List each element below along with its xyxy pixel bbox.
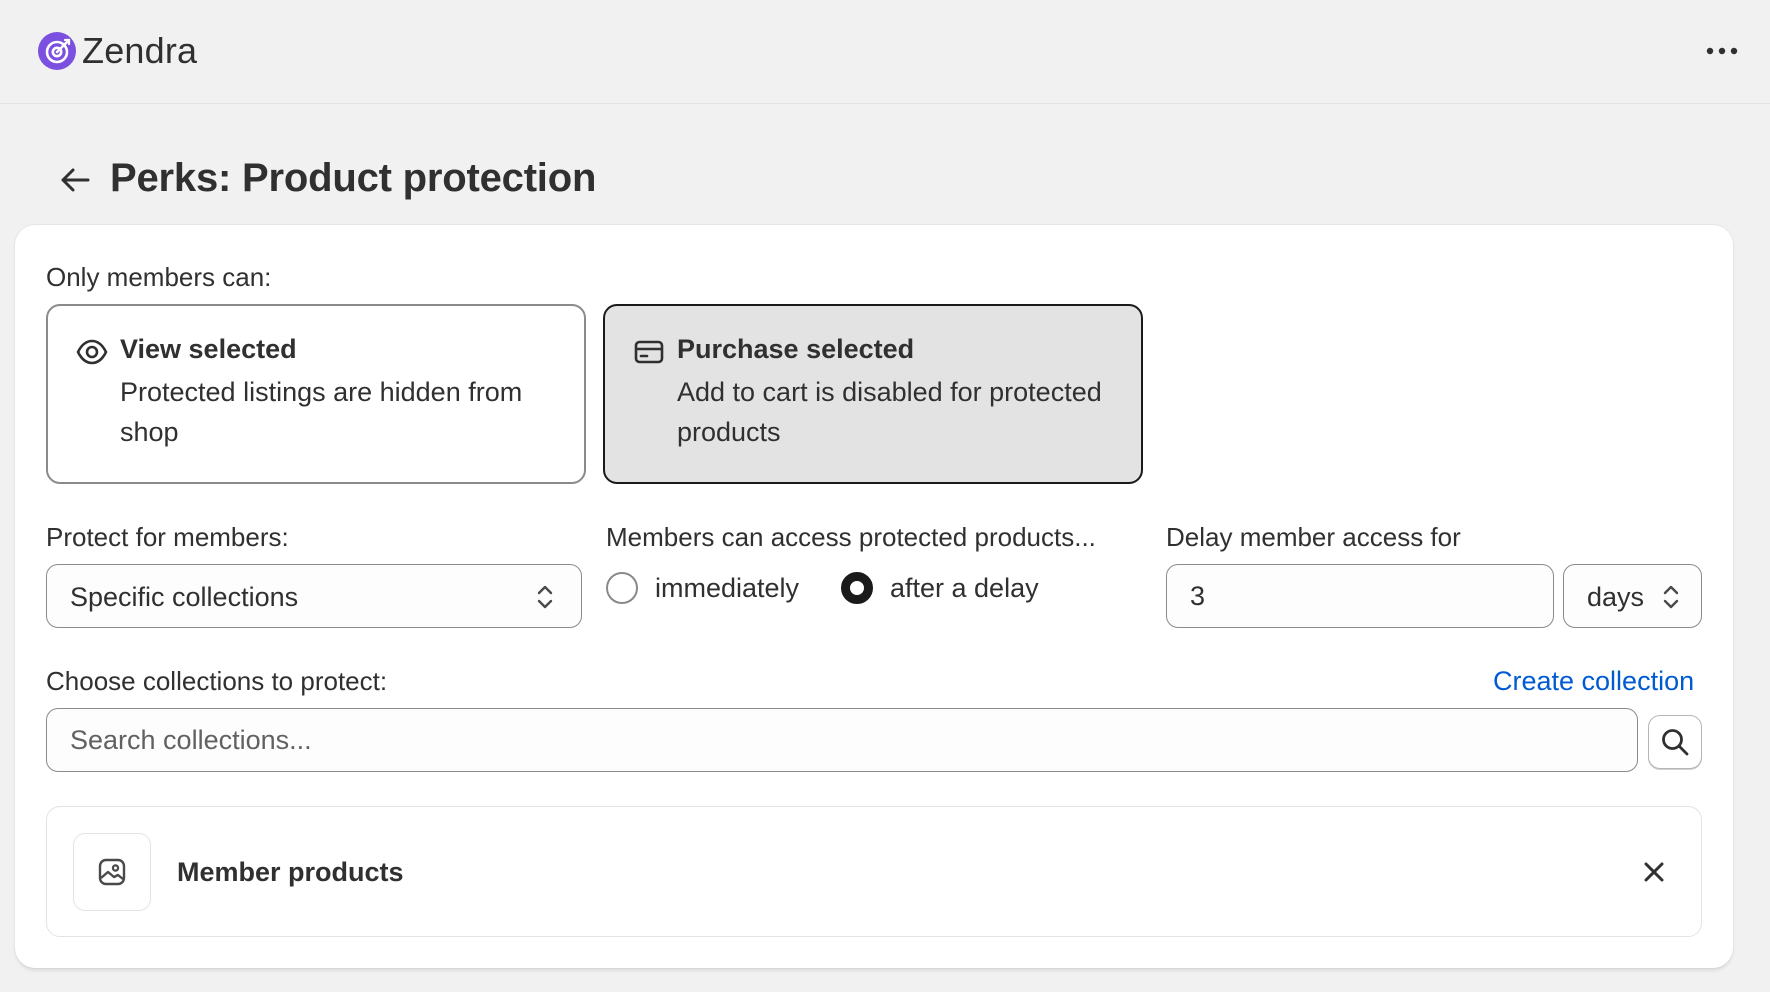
view-selected-option[interactable]: View selected Protected listings are hid… [46,304,586,484]
page-title: Perks: Product protection [110,156,597,200]
brand[interactable]: Zendra [38,30,197,72]
more-actions-button[interactable] [1700,34,1744,68]
image-icon [98,858,126,886]
protect-for-label: Protect for members: [46,522,289,552]
select-value: Specific collections [70,582,299,612]
zendra-logo-icon [38,32,76,70]
delay-unit-select[interactable]: days [1563,564,1702,628]
collection-thumbnail [73,833,151,911]
chevron-up-down-icon [1663,585,1679,609]
create-collection-link[interactable]: Create collection [1493,666,1694,697]
only-members-label: Only members can: [46,262,272,292]
choose-collections-label: Choose collections to protect: [46,666,388,696]
delay-amount-input[interactable] [1166,564,1554,628]
purchase-selected-option[interactable]: Purchase selected Add to cart is disable… [603,304,1143,484]
option-title: Purchase selected [677,334,915,364]
arrow-left-icon [61,168,90,192]
radio-immediately[interactable]: immediately [606,572,799,604]
radio-label: immediately [655,572,800,603]
protect-for-select[interactable]: Specific collections [46,564,582,628]
option-description: Protected listings are hidden from shop [120,377,523,447]
radio-button-checked[interactable] [841,572,873,604]
radio-after-delay[interactable]: after a delay [841,572,1039,604]
select-value: days [1587,582,1645,612]
option-title: View selected [120,334,297,364]
search-icon [1662,729,1689,756]
more-horizontal-icon [1706,47,1738,55]
close-icon [1644,862,1664,882]
radio-label: after a delay [890,572,1039,603]
collection-name: Member products [177,857,404,887]
radio-button-unchecked[interactable] [606,572,638,604]
option-description: Add to cart is disabled for protected pr… [677,377,1102,447]
search-button[interactable] [1648,715,1702,769]
brand-name: Zendra [82,30,198,71]
delay-label: Delay member access for [1166,522,1461,552]
back-button[interactable] [55,162,95,198]
credit-card-icon [634,340,664,364]
eye-icon [76,339,108,365]
access-timing-label: Members can access protected products... [606,522,1096,552]
search-collections-input[interactable] [46,708,1638,772]
top-bar: Zendra [0,0,1770,104]
selected-collections-list: Member products [46,806,1702,937]
chevron-up-down-icon [537,585,553,609]
remove-collection-button[interactable] [1637,855,1671,889]
